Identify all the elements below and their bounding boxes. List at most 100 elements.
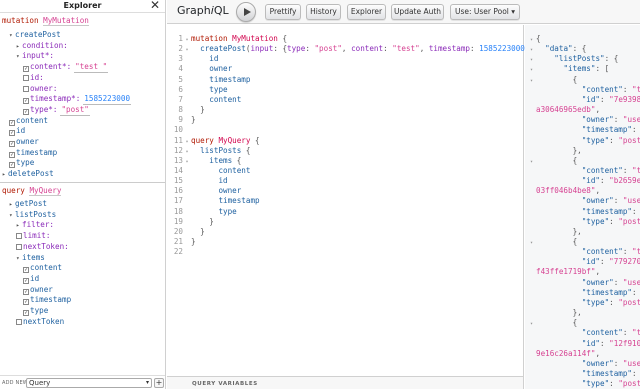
checkbox[interactable]: ✓: [23, 98, 29, 105]
json-token: },: [536, 145, 582, 155]
checkbox[interactable]: ✓: [23, 267, 29, 274]
json-token: :: [613, 358, 623, 368]
explorer-item[interactable]: ✓ content*: "test ": [23, 62, 109, 74]
result-line: },: [530, 146, 582, 156]
explorer-item[interactable]: ▸ getPost: [9, 199, 47, 209]
explorer-item[interactable]: ▸ filter:: [16, 220, 54, 230]
checkbox[interactable]: [16, 318, 22, 325]
add-operation-button[interactable]: +: [154, 378, 164, 388]
json-token: "type": [581, 379, 610, 389]
mutation-header[interactable]: mutation MyMutation: [2, 16, 89, 26]
code-line: 17 timestamp: [167, 196, 260, 206]
code-line: 20 }: [167, 227, 205, 237]
explorer-item[interactable]: nextToken: [16, 317, 64, 327]
query-editor[interactable]: 1 ▾ mutation MyMutation {2 ▾ createPost(inp…: [167, 25, 543, 376]
code-token: type: [209, 84, 228, 94]
operation-type-select[interactable]: Query ▾: [26, 378, 152, 388]
explorer-item[interactable]: ✓ type: [23, 306, 48, 316]
explorer-divider: [0, 182, 165, 183]
checkbox[interactable]: [23, 85, 29, 92]
explorer-item[interactable]: ▾ listPosts: [9, 210, 56, 220]
argument-value-input[interactable]: "post": [60, 105, 90, 116]
explorer-item[interactable]: ✓ content: [23, 263, 62, 274]
explorer-item[interactable]: nextToken:: [16, 242, 69, 252]
checkbox[interactable]: [23, 74, 29, 81]
line-number: 20: [173, 226, 183, 236]
explorer-item[interactable]: ✓ content: [9, 116, 48, 126]
explorer-panel: Explorer ✕ mutation MyMutation ▾ createPo…: [0, 0, 166, 389]
query-name[interactable]: MyQuery: [29, 186, 62, 196]
code-line: 4 owner: [167, 64, 232, 74]
code-token: ,: [341, 44, 352, 54]
close-icon[interactable]: ✕: [150, 0, 160, 11]
json-token: "timestamp": [581, 206, 633, 216]
query-header[interactable]: query MyQuery: [2, 186, 62, 196]
explorer-item[interactable]: ✓ id: [23, 274, 39, 284]
explorer-item[interactable]: ✓ timestamp: [23, 295, 71, 306]
argument-value-input[interactable]: "test ": [74, 62, 109, 74]
update-auth-button[interactable]: Update Auth: [391, 4, 444, 20]
json-token: "779270c3-: [609, 257, 640, 267]
explorer-item[interactable]: ▾ items: [16, 253, 45, 263]
checkbox[interactable]: ✓: [23, 108, 29, 115]
explorer-item[interactable]: ✓ owner: [9, 137, 39, 147]
explorer-item[interactable]: id:: [23, 73, 44, 83]
explorer-item-label: id: [16, 126, 26, 136]
auth-mode-select[interactable]: Use: User Pool ▾: [450, 4, 520, 20]
explorer-item-label: condition:: [22, 40, 68, 50]
code-token: }: [191, 115, 196, 125]
explorer-item-label: owner: [16, 137, 39, 146]
code-token: {: [241, 145, 251, 155]
checkbox[interactable]: ✓: [9, 162, 15, 169]
explorer-item[interactable]: ▸ condition:: [16, 41, 68, 51]
checkbox[interactable]: ✓: [23, 299, 29, 306]
line-number: 4: [178, 64, 183, 74]
checkbox[interactable]: ✓: [9, 141, 15, 147]
checkbox[interactable]: [16, 233, 22, 240]
explorer-item[interactable]: owner:: [23, 84, 57, 94]
checkbox[interactable]: [16, 243, 22, 250]
json-token: :: [632, 125, 637, 135]
explorer-item[interactable]: ▾ createPost: [9, 30, 61, 40]
explorer-item[interactable]: ▸ deletePost: [2, 169, 54, 179]
json-token: "user1: [622, 196, 640, 206]
json-token: "items": [563, 64, 596, 74]
explorer-button[interactable]: Explorer: [347, 4, 386, 20]
execute-query-button[interactable]: [236, 2, 256, 22]
argument-value-input[interactable]: 1585223000: [83, 94, 132, 106]
checkbox[interactable]: ✓: [23, 288, 29, 295]
add-new-label: ADD NEW: [2, 380, 28, 386]
explorer-item[interactable]: ✓ timestamp*: 1585223000: [23, 94, 132, 106]
prettify-button[interactable]: Prettify: [265, 4, 301, 20]
explorer-item[interactable]: ✓ timestamp: [9, 148, 57, 158]
result-line: "timestamp": 158: [530, 207, 640, 217]
explorer-item[interactable]: ▾ input*:: [16, 51, 54, 61]
code-line: 1 ▾ mutation MyMutation {: [167, 34, 287, 44]
mutation-name[interactable]: MyMutation: [43, 16, 89, 26]
query-keyword: query: [2, 186, 25, 195]
query-variables-bar[interactable]: QUERY VARIABLES: [167, 376, 524, 389]
explorer-item[interactable]: limit:: [16, 231, 50, 241]
checkbox[interactable]: ✓: [23, 66, 29, 73]
checkbox[interactable]: ✓: [9, 130, 15, 137]
explorer-item[interactable]: ✓ owner: [23, 285, 53, 295]
checkbox[interactable]: ✓: [23, 310, 29, 316]
checkbox[interactable]: ✓: [9, 151, 15, 158]
code-token: mutation: [191, 34, 228, 43]
history-button[interactable]: History: [306, 4, 341, 20]
explorer-item[interactable]: ✓ type: [9, 158, 34, 169]
checkbox[interactable]: ✓: [9, 119, 15, 126]
json-token: "id": [581, 176, 601, 186]
json-token: "content": [581, 328, 623, 338]
result-line: ▾ "items": [: [530, 64, 609, 74]
json-token: ,: [595, 348, 601, 358]
explorer-item[interactable]: ✓ type*: "post": [23, 105, 90, 116]
checkbox[interactable]: ✓: [23, 277, 29, 284]
explorer-item[interactable]: ✓ id: [9, 126, 26, 137]
line-number: 9: [178, 115, 183, 125]
code-token: timestamp: [209, 74, 251, 84]
